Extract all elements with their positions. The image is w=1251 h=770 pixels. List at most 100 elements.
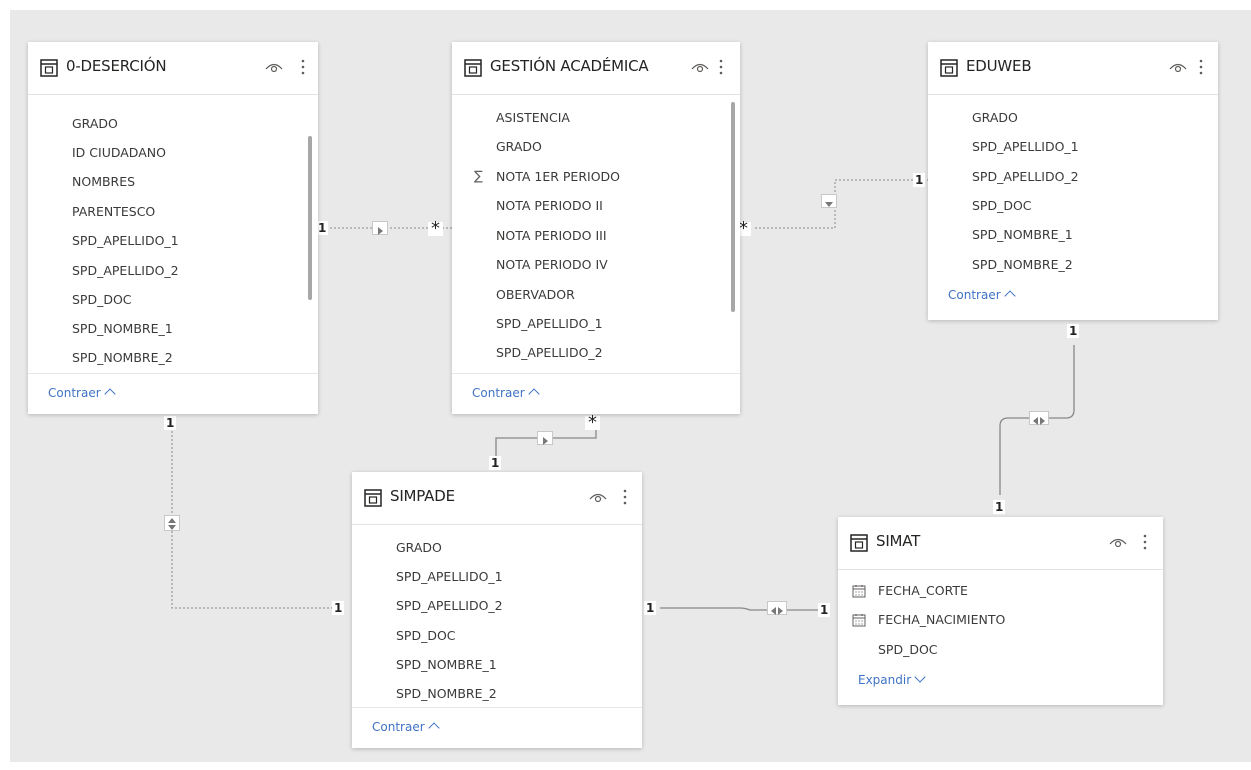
field-row[interactable]: NOTA PERIODO III xyxy=(452,222,740,251)
table-card-footer: Contraer xyxy=(452,373,740,414)
collapse-label: Contraer xyxy=(948,288,1001,302)
scrollbar-thumb[interactable] xyxy=(731,102,735,312)
table-card-header[interactable]: GESTIÓN ACADÉMICA xyxy=(452,42,740,95)
field-row[interactable]: SPD_APELLIDO_2 xyxy=(28,257,318,286)
field-row[interactable]: SPD_NOMBRE_2 xyxy=(352,680,642,709)
table-card-simat[interactable]: SIMAT FECHA_CORTE FECHA_NACIMIENTO SPD_D… xyxy=(838,517,1163,705)
table-card-header[interactable]: 0-DESERCIÓN xyxy=(28,42,318,95)
field-row[interactable]: NOMBRES xyxy=(28,168,318,197)
field-row[interactable]: GRADO xyxy=(28,110,318,139)
field-row[interactable]: GRADO xyxy=(452,133,740,162)
table-card-header[interactable]: EDUWEB xyxy=(928,42,1218,95)
table-card-eduweb[interactable]: EDUWEB GRADO SPD_APELLIDO_1 SPD_APELLIDO… xyxy=(928,42,1218,320)
field-row[interactable]: SPD_NOMBRE_1 xyxy=(28,315,318,344)
field-row[interactable]: ID CIUDADANO xyxy=(28,139,318,168)
field-name: SPD_APELLIDO_2 xyxy=(72,263,179,278)
filter-direction-down-icon[interactable] xyxy=(821,194,837,208)
field-name: GRADO xyxy=(972,110,1018,125)
field-row[interactable]: PARENTESCO xyxy=(28,198,318,227)
field-name: NOTA PERIODO II xyxy=(496,198,603,213)
eye-icon[interactable] xyxy=(1168,60,1188,74)
filter-direction-both-icon[interactable] xyxy=(1029,411,1049,425)
filter-direction-right-icon[interactable] xyxy=(372,221,388,235)
field-row[interactable]: GRADO xyxy=(928,104,1218,133)
table-icon xyxy=(850,534,868,552)
collapse-label: Contraer xyxy=(472,386,525,400)
field-row[interactable]: SPD_DOC xyxy=(28,286,318,315)
field-name: ASISTENCIA xyxy=(496,110,570,125)
filter-direction-both-icon[interactable] xyxy=(164,515,180,531)
chevron-up-icon xyxy=(103,388,116,400)
field-name: NOTA PERIODO IV xyxy=(496,257,608,272)
field-name: SPD_NOMBRE_2 xyxy=(396,686,497,701)
more-options-icon[interactable] xyxy=(1142,532,1148,552)
field-row[interactable]: SPD_APELLIDO_2 xyxy=(352,592,642,621)
table-card-header[interactable]: SIMPADE xyxy=(352,472,642,525)
field-name: SPD_NOMBRE_2 xyxy=(972,257,1073,272)
scrollbar-thumb[interactable] xyxy=(308,136,312,300)
field-row[interactable]: SPD_APELLIDO_2 xyxy=(452,339,740,368)
field-row[interactable]: SPD_NOMBRE_1 xyxy=(352,651,642,680)
more-options-icon[interactable] xyxy=(300,57,306,77)
field-row[interactable]: OBERVADOR xyxy=(452,281,740,310)
more-options-icon[interactable] xyxy=(1198,57,1204,77)
table-icon xyxy=(464,59,482,77)
eye-icon[interactable] xyxy=(588,490,608,504)
field-row[interactable]: ASISTENCIA xyxy=(452,104,740,133)
collapse-link[interactable]: Contraer xyxy=(372,720,440,734)
field-row[interactable]: NOTA PERIODO IV xyxy=(452,251,740,280)
field-name: NOTA 1ER PERIODO xyxy=(496,169,620,184)
field-row[interactable]: SPD_APELLIDO_1 xyxy=(452,310,740,339)
relationship-desercion-simpade[interactable] xyxy=(171,427,340,609)
more-options-icon[interactable] xyxy=(718,57,724,77)
chevron-up-icon xyxy=(427,722,440,734)
field-name: SPD_NOMBRE_1 xyxy=(396,657,497,672)
field-name: ID CIUDADANO xyxy=(72,145,166,160)
table-icon xyxy=(940,59,958,77)
field-row[interactable]: FECHA_NACIMIENTO xyxy=(838,606,1163,635)
field-row[interactable]: SPD_DOC xyxy=(352,622,642,651)
eye-icon[interactable] xyxy=(690,60,710,74)
collapse-link[interactable]: Contraer xyxy=(48,386,116,400)
field-row[interactable]: SPD_APELLIDO_1 xyxy=(928,133,1218,162)
field-row[interactable]: SPD_APELLIDO_1 xyxy=(352,563,642,592)
field-name: SPD_APELLIDO_1 xyxy=(496,316,603,331)
table-card-simpade[interactable]: SIMPADE GRADO SPD_APELLIDO_1 SPD_APELLID… xyxy=(352,472,642,748)
expand-link[interactable]: Expandir xyxy=(858,671,926,687)
field-name: SPD_APELLIDO_1 xyxy=(396,569,503,584)
cardinality-one: 1 xyxy=(644,601,657,615)
field-row[interactable]: SPD_DOC xyxy=(928,192,1218,221)
field-row[interactable]: ∑ NOTA 1ER PERIODO xyxy=(452,163,740,192)
table-card-footer: Contraer xyxy=(352,707,642,748)
field-name: SPD_APELLIDO_2 xyxy=(496,345,603,360)
field-row[interactable]: NOTA PERIODO II xyxy=(452,192,740,221)
table-icon xyxy=(364,489,382,507)
collapse-link[interactable]: Contraer xyxy=(472,386,540,400)
field-name: SPD_APELLIDO_2 xyxy=(972,169,1079,184)
more-options-icon[interactable] xyxy=(622,487,628,507)
field-row[interactable]: SPD_APELLIDO_2 xyxy=(928,163,1218,192)
field-name: FECHA_CORTE xyxy=(878,583,968,598)
table-card-header[interactable]: SIMAT xyxy=(838,517,1163,570)
field-row[interactable]: SPD_NOMBRE_2 xyxy=(28,344,318,373)
field-row[interactable]: SPD_NOMBRE_1 xyxy=(928,221,1218,250)
table-card-desercion[interactable]: 0-DESERCIÓN GRADO ID CIUDADANO NOMBRES P… xyxy=(28,42,318,414)
collapse-link[interactable]: Contraer xyxy=(948,288,1016,302)
collapse-label: Contraer xyxy=(372,720,425,734)
field-row[interactable]: FECHA_CORTE xyxy=(838,577,1163,606)
cardinality-one: 1 xyxy=(489,456,502,470)
field-name: GRADO xyxy=(496,139,542,154)
table-title: EDUWEB xyxy=(966,57,1032,75)
filter-direction-both-icon[interactable] xyxy=(767,601,787,615)
relationship-gestion-eduweb[interactable] xyxy=(755,179,928,229)
eye-icon[interactable] xyxy=(264,60,284,74)
field-row[interactable]: SPD_APELLIDO_1 xyxy=(28,227,318,256)
cardinality-one: 1 xyxy=(818,603,831,617)
relationship-simpade-simat[interactable] xyxy=(660,607,830,611)
filter-direction-right-icon[interactable] xyxy=(537,431,553,445)
field-row[interactable]: GRADO xyxy=(352,534,642,563)
table-title: SIMAT xyxy=(876,532,921,550)
table-card-gestion-academica[interactable]: GESTIÓN ACADÉMICA ASISTENCIA GRADO ∑ NOTA… xyxy=(452,42,740,414)
chevron-down-icon xyxy=(914,671,926,683)
eye-icon[interactable] xyxy=(1108,535,1128,549)
